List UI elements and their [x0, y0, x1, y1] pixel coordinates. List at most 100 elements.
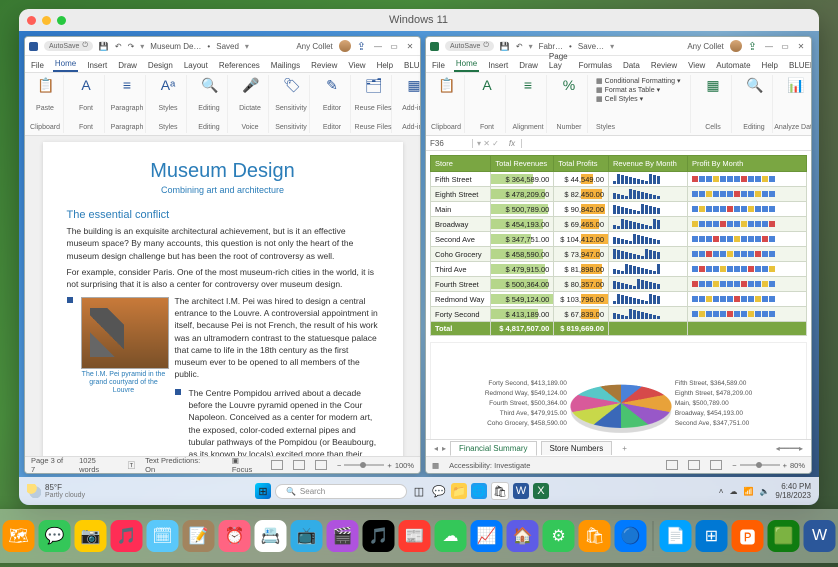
- minimize-button[interactable]: —: [763, 42, 775, 51]
- table-header[interactable]: Total Profits: [554, 156, 609, 172]
- ribbon-addins[interactable]: ▦Add-insAdd-ins: [396, 75, 420, 133]
- add-sheet-button[interactable]: +: [616, 444, 633, 453]
- format-table-button[interactable]: ▦ Format as Table ▾: [596, 86, 680, 94]
- status-accessibility[interactable]: Accessibility: Investigate: [449, 461, 530, 470]
- dock-app-icon[interactable]: 🅿︎: [732, 520, 764, 552]
- ribbon-editing[interactable]: 🔍EditingEditing: [191, 75, 228, 133]
- view-read-icon[interactable]: [293, 460, 305, 470]
- view-web-icon[interactable]: [315, 460, 327, 470]
- dock-app-icon[interactable]: ☁︎: [435, 520, 467, 552]
- table-row[interactable]: Redmond Way$ 549,124.00$ 103,796.00: [431, 292, 807, 307]
- word-taskbar-icon[interactable]: W: [513, 483, 529, 499]
- traffic-lights[interactable]: [27, 16, 66, 25]
- ribbon-font[interactable]: AFont: [469, 75, 506, 133]
- dock-app-icon[interactable]: 🎬: [327, 520, 359, 552]
- qat-save-icon[interactable]: 💾: [99, 42, 109, 51]
- view-page-icon[interactable]: [688, 460, 700, 470]
- ribbon-reuse[interactable]: 🗂Reuse FilesReuse Files: [355, 75, 392, 133]
- view-normal-icon[interactable]: [666, 460, 678, 470]
- ribbon-editor[interactable]: ✎EditorEditor: [314, 75, 351, 133]
- minimize-button[interactable]: —: [372, 42, 384, 51]
- minimize-icon[interactable]: [42, 16, 51, 25]
- word-user-name[interactable]: Any Collet: [296, 42, 332, 51]
- name-box[interactable]: F36: [426, 139, 473, 148]
- tab-draw[interactable]: Draw: [517, 59, 540, 72]
- onedrive-icon[interactable]: ☁: [729, 487, 737, 496]
- ribbon-dictate[interactable]: 🎤DictateVoice: [232, 75, 269, 133]
- tab-home[interactable]: Home: [454, 57, 479, 72]
- view-print-icon[interactable]: [271, 460, 283, 470]
- qat-redo-icon[interactable]: ↷: [128, 42, 135, 51]
- close-button[interactable]: ✕: [795, 42, 807, 51]
- status-lang[interactable]: 🅃: [128, 460, 136, 471]
- wifi-icon[interactable]: 📶: [743, 487, 753, 496]
- ribbon-font[interactable]: AFontFont: [68, 75, 105, 133]
- dock-app-icon[interactable]: 📰: [399, 520, 431, 552]
- maximize-button[interactable]: ▭: [388, 42, 400, 51]
- cond-format-button[interactable]: ▦ Conditional Formatting ▾: [596, 77, 680, 85]
- taskbar-search[interactable]: 🔍Search: [275, 484, 407, 499]
- table-header[interactable]: Profit By Month: [688, 156, 807, 172]
- tab-file[interactable]: File: [430, 59, 447, 72]
- ribbon-number[interactable]: %Number: [551, 75, 588, 133]
- focus-button[interactable]: ▣ Focus: [232, 456, 261, 474]
- excel-taskbar-icon[interactable]: X: [533, 483, 549, 499]
- table-header[interactable]: Store: [431, 156, 491, 172]
- tab-home[interactable]: Home: [53, 57, 78, 72]
- tab-view[interactable]: View: [346, 59, 367, 72]
- dock-app-icon[interactable]: 📷: [75, 520, 107, 552]
- table-row[interactable]: Main$ 500,789.00$ 90,842.00: [431, 202, 807, 217]
- ribbon-analyze[interactable]: 📊Analyze Data: [777, 75, 811, 133]
- share-icon[interactable]: ⇪: [748, 40, 757, 53]
- qat-undo-icon[interactable]: ↶: [115, 42, 122, 51]
- edge-icon[interactable]: 🌐: [471, 483, 487, 499]
- qat-undo-icon[interactable]: ↶: [516, 42, 523, 51]
- tab-view[interactable]: View: [686, 59, 707, 72]
- dock-app-icon[interactable]: 🗺: [3, 520, 35, 552]
- tab-draw[interactable]: Draw: [116, 59, 139, 72]
- tab-bluebeam[interactable]: BLUEBEAM: [402, 59, 421, 72]
- word-document-area[interactable]: Museum Design Combining art and architec…: [25, 136, 420, 456]
- store-icon[interactable]: 🛍: [491, 482, 509, 500]
- tab-bluebeam[interactable]: BLUEBEA: [787, 59, 812, 72]
- volume-icon[interactable]: 🔈: [759, 487, 769, 496]
- sheet-nav-prev-icon[interactable]: ◂: [434, 444, 438, 453]
- ribbon-clipboard[interactable]: 📋PasteClipboard: [27, 75, 64, 133]
- tab-mailings[interactable]: Mailings: [269, 59, 302, 72]
- fullscreen-icon[interactable]: [57, 16, 66, 25]
- tab-file[interactable]: File: [29, 59, 46, 72]
- dock-app-icon[interactable]: 🏠: [507, 520, 539, 552]
- zoom-slider[interactable]: −+100%: [337, 461, 414, 470]
- tab-review[interactable]: Review: [649, 59, 679, 72]
- dock-app-icon[interactable]: 🎵: [111, 520, 143, 552]
- maximize-button[interactable]: ▭: [779, 42, 791, 51]
- tab-help[interactable]: Help: [760, 59, 780, 72]
- share-icon[interactable]: ⇪: [357, 40, 366, 53]
- tab-insert[interactable]: Insert: [486, 59, 510, 72]
- status-predictions[interactable]: Text Predictions: On: [145, 456, 212, 474]
- ribbon-styles[interactable]: ▦ Conditional Formatting ▾ ▦ Format as T…: [592, 75, 691, 133]
- dock-app-icon[interactable]: ⚙︎: [543, 520, 575, 552]
- ribbon-alignment[interactable]: ≡Alignment: [510, 75, 547, 133]
- zoom-slider[interactable]: −+80%: [732, 461, 805, 470]
- table-row[interactable]: Fourth Street$ 500,364.00$ 80,357.00: [431, 277, 807, 292]
- tab-help[interactable]: Help: [375, 59, 395, 72]
- pie-chart[interactable]: Forty Second, $413,189.00Redmond Way, $5…: [430, 342, 807, 439]
- table-row[interactable]: Eighth Street$ 478,209.00$ 82,450.00: [431, 187, 807, 202]
- taskview-icon[interactable]: ◫: [411, 483, 427, 499]
- avatar-icon[interactable]: [339, 40, 351, 52]
- table-row[interactable]: Third Ave$ 479,915.00$ 81,898.00: [431, 262, 807, 277]
- dock-app-icon[interactable]: 💬: [39, 520, 71, 552]
- ribbon-sensitivity[interactable]: 🏷SensitivitySensitivity: [273, 75, 310, 133]
- dock-app-icon[interactable]: 🗓: [147, 520, 179, 552]
- dock-app-icon[interactable]: 🎵: [363, 520, 395, 552]
- status-page[interactable]: Page 3 of 7: [31, 456, 69, 474]
- explorer-icon[interactable]: 📁: [451, 483, 467, 499]
- start-button[interactable]: ⊞: [255, 483, 271, 499]
- status-words[interactable]: 1025 words: [79, 456, 118, 474]
- dock-app-icon[interactable]: ⏰: [219, 520, 251, 552]
- excel-user-name[interactable]: Any Collet: [687, 42, 723, 51]
- dock-app-icon[interactable]: 📝: [183, 520, 215, 552]
- table-row[interactable]: Broadway$ 454,193.00$ 69,465.00: [431, 217, 807, 232]
- sheet-area[interactable]: StoreTotal RevenuesTotal ProfitsRevenue …: [426, 151, 811, 439]
